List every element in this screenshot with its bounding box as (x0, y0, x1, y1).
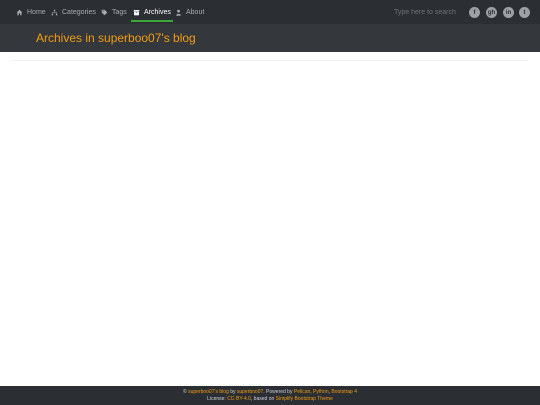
page-title: Archives in superboo07's blog (36, 31, 196, 45)
bootstrap-link[interactable]: Bootstrap 4 (331, 389, 357, 395)
archive-icon (133, 9, 140, 16)
blog-link[interactable]: superboo07's blog (188, 389, 229, 395)
sitemap-icon (51, 9, 58, 16)
linkedin-icon[interactable]: in (503, 7, 514, 18)
footer-sep-1: , (310, 389, 312, 395)
footer-sep-2: , (328, 389, 331, 395)
nav-home-label: Home (27, 8, 46, 16)
theme-link[interactable]: Simplify Bootstrap Theme (276, 396, 333, 402)
nav-tags-label: Tags (112, 8, 127, 16)
footer-line-2: License: CC-BY-4.0, based on Simplify Bo… (0, 396, 540, 402)
powered-by-text: . Powered by (263, 389, 293, 395)
footer-by: by (230, 389, 236, 395)
content-divider (12, 60, 528, 61)
user-icon (175, 9, 182, 16)
author-link[interactable]: superboo07 (237, 389, 263, 395)
nav-about-label: About (186, 8, 205, 16)
based-on-text: , based on (250, 396, 275, 402)
home-icon (16, 9, 23, 16)
facebook-icon[interactable]: f (469, 7, 480, 18)
nav-tags[interactable]: Tags (101, 0, 127, 24)
pelican-link[interactable]: Pelican (294, 389, 310, 395)
nav-about[interactable]: About (175, 0, 204, 24)
nav-archives-label: Archives (144, 8, 171, 16)
nav-categories-label: Categories (62, 8, 96, 16)
footer: © superboo07's blog by superboo07. Power… (0, 386, 540, 405)
top-navbar: Home Categories Tags Archives About f gh… (0, 0, 540, 24)
github-icon[interactable]: gh (486, 7, 497, 18)
search-input[interactable] (390, 4, 460, 20)
license-link[interactable]: CC-BY-4.0 (227, 396, 251, 402)
python-link[interactable]: Python (313, 389, 329, 395)
tag-icon (101, 9, 108, 16)
footer-line-1: © superboo07's blog by superboo07. Power… (0, 389, 540, 395)
nav-home[interactable]: Home (16, 0, 46, 24)
nav-categories[interactable]: Categories (51, 0, 96, 24)
license-label: License: (207, 396, 226, 402)
copyright-symbol: © (183, 389, 187, 395)
active-tab-indicator (131, 20, 173, 22)
twitter-icon[interactable]: t (519, 7, 530, 18)
